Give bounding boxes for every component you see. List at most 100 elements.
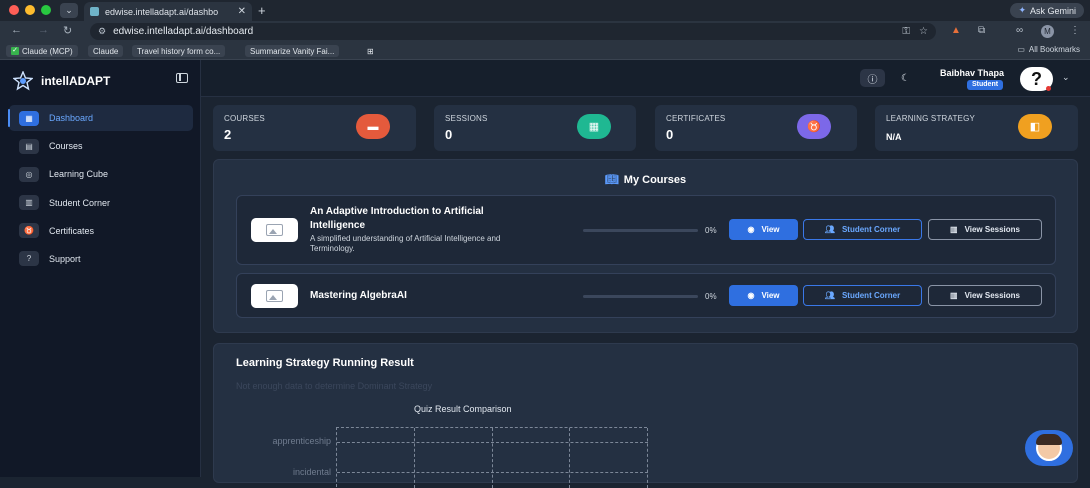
extension-icon[interactable]: ▲ (951, 25, 961, 36)
bookmark-label: Claude (93, 46, 119, 56)
sidebar-collapse-icon[interactable] (176, 73, 188, 83)
course-title-line: An Adaptive Introduction to Artificial (310, 206, 484, 217)
view-sessions-label: View Sessions (964, 225, 1020, 234)
ask-gemini-button[interactable]: ✦ Ask Gemini (1010, 3, 1084, 18)
sidebar-item-label: Courses (49, 141, 83, 152)
new-tab-button[interactable]: + (258, 3, 266, 18)
course-row[interactable]: An Adaptive Introduction to Artificial I… (236, 195, 1056, 265)
learning-strategy-panel: Learning Strategy Running Result Not eno… (213, 343, 1078, 488)
sidebar-item-dashboard[interactable]: ▦ Dashboard (9, 105, 193, 131)
brand[interactable]: intellADAPT (13, 71, 110, 91)
sidebar-menu: ▦ Dashboard ▤ Courses ◎ Learning Cube ▥ … (9, 105, 193, 274)
course-title[interactable]: Mastering AlgebraAI (310, 289, 407, 303)
sidebar-item-learning-cube[interactable]: ◎ Learning Cube (9, 161, 193, 187)
site-settings-icon[interactable]: ⚙ (98, 26, 106, 37)
grid-line (647, 428, 648, 488)
stat-card-learning-strategy[interactable]: LEARNING STRATEGY N/A ◧ (875, 105, 1078, 151)
browser-menu-icon[interactable]: ⋮ (1070, 25, 1080, 36)
grid-line (337, 442, 648, 443)
sidebar-item-courses[interactable]: ▤ Courses (9, 133, 193, 159)
course-thumbnail (251, 218, 298, 242)
dark-mode-toggle[interactable]: ☾ (893, 69, 918, 87)
dashboard-icon: ▦ (19, 110, 39, 126)
gemini-sparkle-icon: ✦ (1018, 5, 1026, 15)
chevron-down-icon[interactable]: ⌄ (1062, 72, 1070, 83)
view-sessions-button[interactable]: ▥ View Sessions (928, 219, 1042, 240)
view-button[interactable]: ◉ View (729, 219, 798, 240)
apps-grid-icon[interactable]: ⊞ (362, 45, 379, 57)
stat-card-certificates[interactable]: CERTIFICATES 0 ♉ (655, 105, 857, 151)
assistant-avatar-icon (1036, 434, 1062, 461)
course-description-line: Terminology. (310, 244, 355, 253)
all-bookmarks-button[interactable]: ▭ All Bookmarks (1017, 45, 1080, 54)
grid-line (414, 428, 415, 488)
stat-card-courses[interactable]: COURSES 2 ▬ (213, 105, 416, 151)
view-sessions-label: View Sessions (964, 291, 1020, 300)
sidebar: intellADAPT ▦ Dashboard ▤ Courses ◎ Lear… (0, 60, 201, 477)
bar-chart-icon: ▥ (950, 225, 958, 234)
bookmark-item[interactable]: Claude (88, 45, 124, 57)
student-corner-button[interactable]: 👥︎ Student Corner (803, 285, 922, 306)
user-avatar[interactable]: ? (1020, 67, 1053, 91)
sidebar-item-student-corner[interactable]: ▥ Student Corner (9, 190, 193, 216)
close-window-button[interactable] (9, 5, 19, 15)
student-corner-button[interactable]: 👥︎ Student Corner (803, 219, 922, 240)
forward-icon: → (38, 24, 49, 36)
users-icon: 👥︎ (824, 225, 835, 234)
sidebar-item-label: Student Corner (49, 197, 111, 208)
check-icon: ✓ (11, 47, 19, 55)
cube-icon: ◎ (19, 166, 39, 182)
password-key-icon[interactable]: ⚿ (902, 26, 910, 37)
sidebar-item-certificates[interactable]: ♉ Certificates (9, 218, 193, 244)
course-progress-percent: 0% (705, 226, 717, 235)
grid-line (337, 472, 648, 473)
avatar-question-icon: ? (1031, 69, 1042, 89)
extensions-puzzle-icon[interactable]: ⧉ (978, 25, 985, 36)
bookmark-item[interactable]: ✓ Claude (MCP) (6, 45, 78, 57)
learning-strategy-title: Learning Strategy Running Result (236, 357, 414, 369)
course-description: A simplified understanding of Artificial… (310, 234, 500, 254)
course-stat-icon: ▬ (356, 114, 390, 139)
view-sessions-button[interactable]: ▥ View Sessions (928, 285, 1042, 306)
help-button[interactable]: ⓘ (860, 69, 885, 87)
bookmark-item[interactable]: Travel history form co... (132, 45, 226, 57)
course-title[interactable]: An Adaptive Introduction to Artificial I… (310, 205, 484, 233)
reload-icon[interactable]: ↻ (63, 24, 72, 37)
bookmark-star-icon[interactable]: ☆ (919, 26, 928, 37)
user-name: Baibhav Thapa (940, 68, 1005, 78)
course-thumbnail (251, 284, 298, 308)
bookmark-item[interactable]: Summarize Vanity Fai... (245, 45, 340, 57)
intelladapt-logo-icon (13, 71, 33, 91)
grid-line (569, 428, 570, 488)
stat-card-sessions[interactable]: SESSIONS 0 ▦ (434, 105, 636, 151)
quiz-chart-grid (336, 427, 648, 488)
site-favicon-icon (90, 7, 99, 16)
my-courses-title: 📖︎ My Courses (214, 173, 1077, 186)
role-badge: Student (967, 80, 1004, 90)
minimize-window-button[interactable] (25, 5, 35, 15)
chat-assistant-button[interactable] (1025, 430, 1073, 466)
course-progress-percent: 0% (705, 292, 717, 301)
link-icon[interactable]: ∞ (1016, 25, 1023, 36)
tab-search-button[interactable]: ⌄ (60, 3, 78, 18)
grid-line (492, 428, 493, 488)
course-row[interactable]: Mastering AlgebraAI 0% ◉ View 👥︎ Student C… (236, 273, 1056, 318)
notification-dot (1046, 86, 1051, 91)
address-bar[interactable]: ⚙ edwise.intelladapt.ai/dashboard ⚿ ☆ (90, 23, 936, 40)
close-tab-icon[interactable]: ✕ (238, 6, 246, 17)
bookmarks-bar: ✓ Claude (MCP) Claude Travel history for… (0, 42, 1090, 60)
book-open-icon: 📖︎ (604, 174, 619, 186)
window-controls (9, 5, 51, 15)
learning-strategy-subtitle: Not enough data to determine Dominant St… (236, 381, 433, 391)
browser-tab[interactable]: edwise.intelladapt.ai/dashbo ✕ (84, 2, 252, 21)
browser-tab-strip: ⌄ edwise.intelladapt.ai/dashbo ✕ + ✦ Ask… (0, 0, 1090, 21)
back-icon[interactable]: ← (11, 24, 22, 36)
profile-avatar[interactable]: M (1041, 25, 1054, 38)
view-button[interactable]: ◉ View (729, 285, 798, 306)
sidebar-item-support[interactable]: ? Support (9, 246, 193, 272)
maximize-window-button[interactable] (41, 5, 51, 15)
student-corner-label: Student Corner (841, 291, 901, 300)
quiz-chart-title: Quiz Result Comparison (414, 404, 512, 414)
url-text[interactable]: edwise.intelladapt.ai/dashboard (113, 26, 253, 37)
my-courses-panel: 📖︎ My Courses An Adaptive Introduction to… (213, 159, 1078, 333)
